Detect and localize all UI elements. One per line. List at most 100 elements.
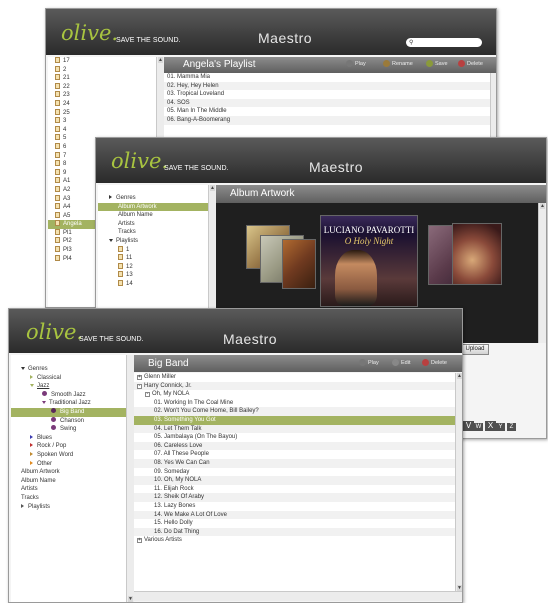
track-row[interactable]: 02. Hey, Hey Helen xyxy=(164,81,490,91)
play-button[interactable]: Play xyxy=(346,60,366,67)
tree-item[interactable]: 2 xyxy=(48,65,158,75)
tree-rock-pop[interactable]: Rock / Pop xyxy=(11,442,133,451)
track-row[interactable]: 15. Hello Dolly xyxy=(134,519,455,528)
track-row[interactable]: 03. Tropical Loveland xyxy=(164,90,490,99)
upload-button[interactable]: Upload xyxy=(461,344,489,355)
track-title: 02. Won't You Come Home, Bill Bailey? xyxy=(154,408,259,415)
track-row[interactable]: 09. Someday xyxy=(134,468,455,477)
tree-item[interactable]: 14 xyxy=(98,279,208,289)
delete-button[interactable]: Delete xyxy=(422,359,447,366)
tree-smooth-jazz[interactable]: Smooth Jazz xyxy=(11,390,133,400)
tree-scrollbar[interactable]: ▼ xyxy=(126,355,134,602)
track-row[interactable]: 04. SOS xyxy=(164,98,490,108)
save-icon xyxy=(426,60,433,67)
tree-blues[interactable]: Blues xyxy=(11,434,133,443)
track-row[interactable]: 01. Working In The Coal Mine xyxy=(134,399,455,408)
tree-item[interactable]: Genres xyxy=(98,194,208,203)
alphabet-nav-z[interactable]: Z xyxy=(507,423,516,431)
track-row[interactable]: 01. Mamma Mia xyxy=(164,73,490,82)
edit-button[interactable]: Edit xyxy=(392,359,410,366)
tree-item[interactable]: 17 xyxy=(48,57,158,66)
scroll-up-icon[interactable]: ▲ xyxy=(210,185,215,191)
tree-item[interactable]: 25 xyxy=(48,108,158,118)
rename-button[interactable]: Rename xyxy=(383,60,413,67)
tree-item[interactable]: 24 xyxy=(48,99,158,109)
track-scrollbar[interactable] xyxy=(490,73,496,143)
tree-item[interactable]: 3 xyxy=(48,117,158,126)
track-title: 15. Hello Dolly xyxy=(154,520,193,527)
album-cover[interactable] xyxy=(452,223,502,285)
tree-item[interactable]: 12 xyxy=(98,262,208,272)
tree-artists[interactable]: Artists xyxy=(11,485,133,494)
tree-item[interactable]: Artists xyxy=(98,220,208,229)
tree-item[interactable]: 1 xyxy=(98,245,208,255)
artist-row[interactable]: + Various Artists xyxy=(134,536,455,545)
save-button[interactable]: Save xyxy=(426,60,448,67)
edit-label: Edit xyxy=(401,360,411,366)
track-row[interactable]: 14. We Make A Lot Of Love xyxy=(134,510,455,520)
track-row[interactable]: 04. Let Them Talk xyxy=(134,424,455,434)
tree-album-artwork[interactable]: Album Artwork xyxy=(11,468,133,477)
scroll-down-icon[interactable]: ▼ xyxy=(128,596,133,602)
search-input[interactable]: ⚲ xyxy=(406,38,482,47)
tree-genres[interactable]: Genres xyxy=(11,365,133,374)
tree-item-label: Playlists xyxy=(116,237,139,244)
tree-item[interactable]: 13 xyxy=(98,271,208,280)
track-row[interactable]: 10. Oh, My NOLA xyxy=(134,476,455,485)
track-row[interactable]: 05. Man In The Middle xyxy=(164,107,490,116)
track-row[interactable]: 02. Won't You Come Home, Bill Bailey? xyxy=(134,407,455,416)
tree-big-band[interactable]: Big Band xyxy=(11,407,126,417)
alphabet-nav-y[interactable]: Y xyxy=(496,423,505,431)
track-row[interactable]: 13. Lazy Bones xyxy=(134,502,455,511)
track-row[interactable]: 07. All These People xyxy=(134,450,455,459)
alphabet-nav-x[interactable]: X xyxy=(485,421,496,431)
tree-traditional-jazz[interactable]: Traditional Jazz xyxy=(11,399,133,408)
label: Playlists xyxy=(28,503,51,510)
track-row[interactable]: 03. Something You Got xyxy=(134,415,455,425)
track-row[interactable]: 12. Sheik Of Araby xyxy=(134,493,455,502)
track-row[interactable]: 06. Careless Love xyxy=(134,441,455,451)
album-row[interactable]: - Oh, My NOLA xyxy=(134,390,455,399)
tree-album-name[interactable]: Album Name xyxy=(11,477,133,486)
tree-item-label: A3 xyxy=(63,195,71,202)
scroll-up-icon[interactable]: ▲ xyxy=(457,373,462,379)
tree-item-label: 7 xyxy=(63,152,67,159)
tree-item[interactable]: 4 xyxy=(48,125,158,135)
tree-classical[interactable]: Classical xyxy=(11,374,133,383)
track-row[interactable]: 05. Jambalaya (On The Bayou) xyxy=(134,433,455,442)
alphabet-nav-v[interactable]: V xyxy=(463,421,474,431)
scroll-up-icon[interactable]: ▲ xyxy=(158,57,163,63)
tree-item[interactable]: 21 xyxy=(48,74,158,83)
tree-tracks[interactable]: Tracks xyxy=(11,494,133,503)
tree-item[interactable]: 22 xyxy=(48,82,158,92)
tree-swing[interactable]: Swing xyxy=(11,425,133,434)
track-row[interactable]: 11. Elijah Rock xyxy=(134,485,455,494)
tree-playlists[interactable]: Playlists xyxy=(11,503,133,512)
playlist-file-icon xyxy=(55,194,60,201)
alphabet-nav-w[interactable]: W xyxy=(474,423,483,431)
horizontal-scrollbar[interactable] xyxy=(134,591,462,601)
scroll-up-icon[interactable]: ▲ xyxy=(540,203,545,209)
playlist-file-icon xyxy=(55,211,60,218)
artist-row[interactable]: - Harry Connick, Jr. xyxy=(134,381,455,391)
track-row[interactable]: 08. Yes We Can Can xyxy=(134,458,455,468)
track-scrollbar[interactable]: ▲ ▼ xyxy=(455,373,462,591)
artist-row[interactable]: + Glenn Miller xyxy=(134,373,455,382)
album-cover[interactable] xyxy=(282,239,316,289)
tree-item[interactable]: Tracks xyxy=(98,228,208,237)
tree-item[interactable]: Album Artwork xyxy=(98,202,208,212)
tree-jazz[interactable]: Jazz xyxy=(11,382,133,391)
gallery-scrollbar[interactable]: ▲ xyxy=(538,203,546,343)
tree-other[interactable]: Other xyxy=(11,460,133,469)
track-row[interactable]: 06. Bang-A-Boomerang xyxy=(164,115,490,125)
track-row[interactable]: 16. Do Dat Thing xyxy=(134,527,455,537)
tree-spoken-word[interactable]: Spoken Word xyxy=(11,451,133,460)
tree-item[interactable]: 11 xyxy=(98,254,208,263)
album-cover-pavarotti[interactable]: LUCIANO PAVAROTTI O Holy Night xyxy=(320,215,418,307)
delete-button[interactable]: Delete xyxy=(458,60,483,67)
play-button[interactable]: Play xyxy=(359,359,379,366)
tree-item[interactable]: Album Name xyxy=(98,211,208,220)
tree-chanson[interactable]: Chanson xyxy=(11,416,133,426)
tree-item[interactable]: Playlists xyxy=(98,237,208,246)
tree-item[interactable]: 23 xyxy=(48,91,158,100)
